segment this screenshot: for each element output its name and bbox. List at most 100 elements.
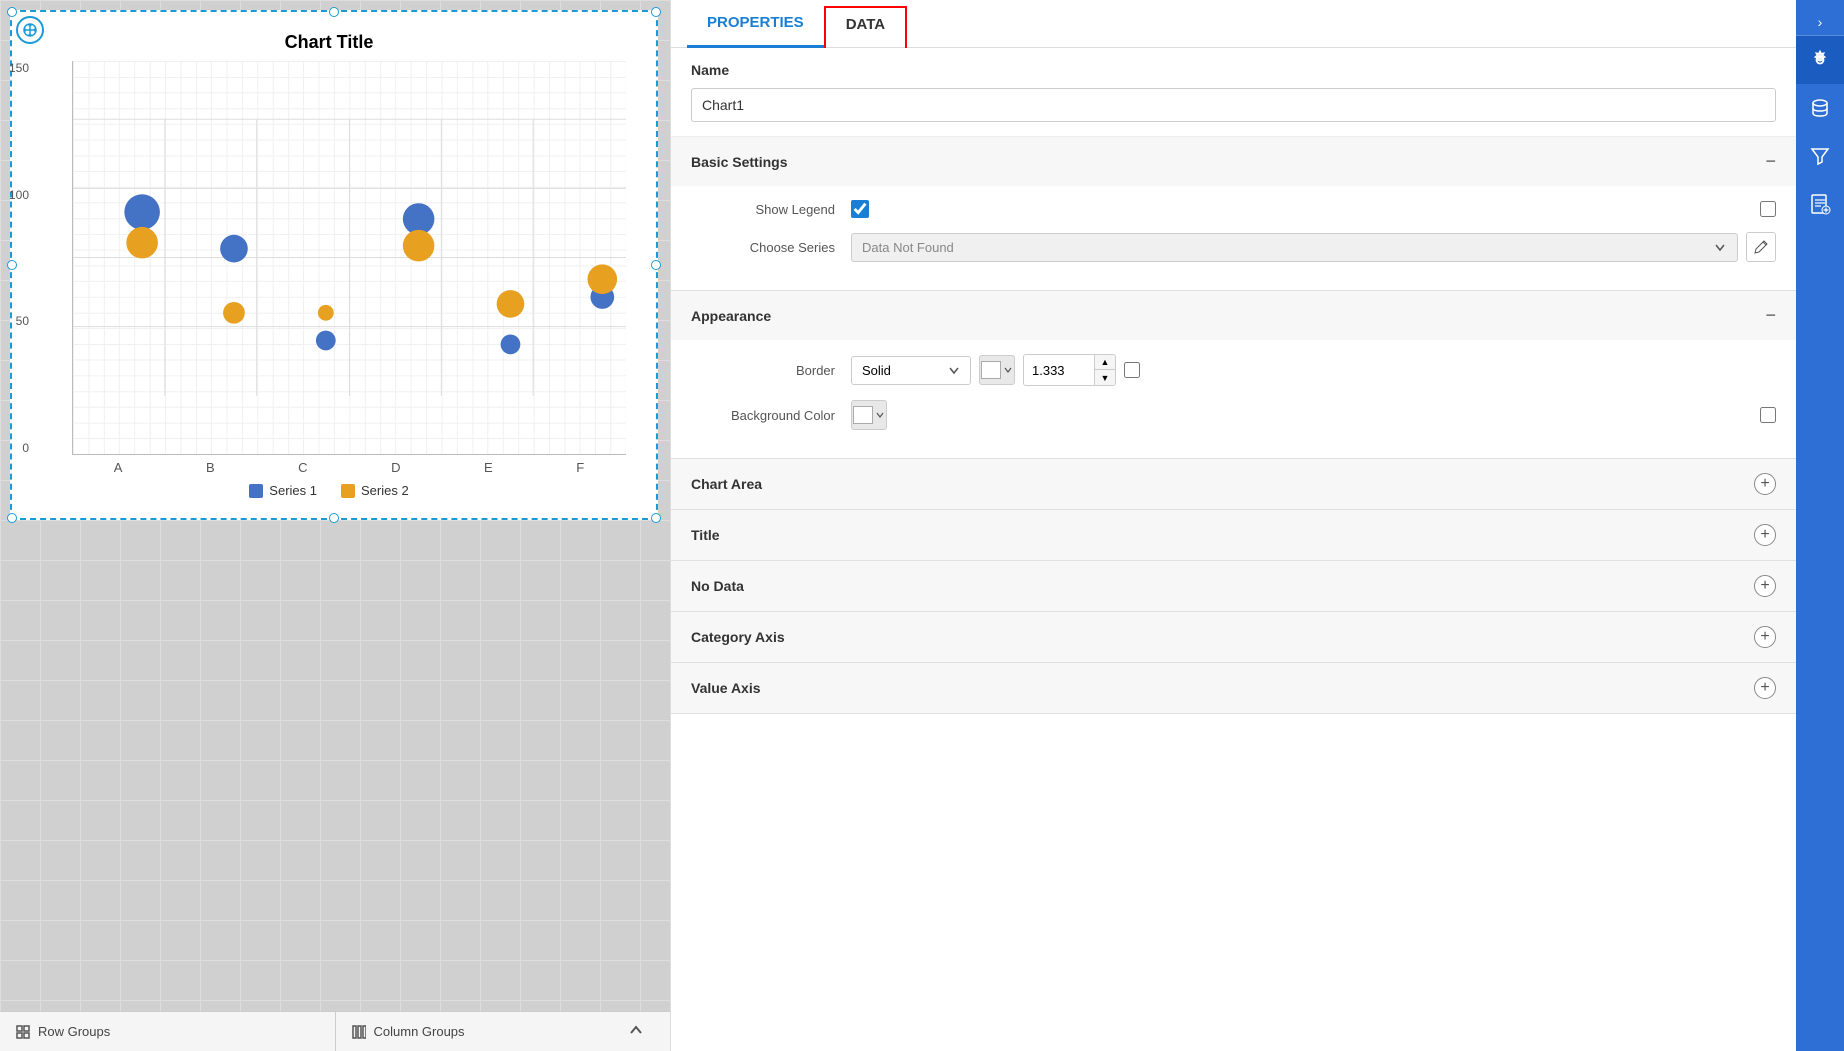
- chart-area-header[interactable]: Chart Area +: [671, 459, 1796, 509]
- border-width-up[interactable]: ▲: [1095, 355, 1115, 370]
- s2-point-a: [126, 227, 158, 259]
- appearance-collapse-icon[interactable]: −: [1765, 305, 1776, 326]
- name-input[interactable]: [691, 88, 1776, 122]
- border-extra-checkbox[interactable]: [1124, 362, 1140, 378]
- s2-point-d: [403, 230, 435, 262]
- no-data-title: No Data: [691, 578, 744, 594]
- y-label-100: 100: [0, 188, 29, 202]
- background-color-checkbox[interactable]: [1760, 407, 1776, 423]
- resize-handle-tc[interactable]: [329, 7, 339, 17]
- legend-series2-label: Series 2: [361, 483, 409, 498]
- column-groups-label: Column Groups: [374, 1024, 465, 1039]
- resize-handle-tr[interactable]: [651, 7, 661, 17]
- border-style-dropdown[interactable]: Solid: [851, 356, 971, 385]
- panel-tabs: PROPERTIES DATA: [671, 0, 1796, 48]
- legend-series2-dot: [341, 484, 355, 498]
- resize-handle-bc[interactable]: [329, 513, 339, 523]
- resize-handle-mr[interactable]: [651, 260, 661, 270]
- edit-series-button[interactable]: [1746, 232, 1776, 262]
- database-icon: [1809, 97, 1831, 119]
- border-width-input-group: ▲ ▼: [1023, 354, 1116, 386]
- choose-series-label: Choose Series: [691, 240, 851, 255]
- x-label-c: C: [298, 460, 307, 475]
- s2-point-c: [318, 305, 334, 321]
- basic-settings-header[interactable]: Basic Settings −: [671, 137, 1796, 186]
- border-control: Solid ▲ ▼: [851, 354, 1776, 386]
- border-color-picker[interactable]: [979, 355, 1015, 385]
- resize-handle-bl[interactable]: [7, 513, 17, 523]
- no-data-section: No Data +: [671, 561, 1796, 612]
- basic-settings-collapse-icon[interactable]: −: [1765, 151, 1776, 172]
- border-style-chevron-icon: [948, 364, 960, 376]
- row-groups-icon: [16, 1025, 30, 1039]
- show-legend-control: [851, 200, 1776, 218]
- category-axis-section: Category Axis +: [671, 612, 1796, 663]
- choose-series-control: Data Not Found: [851, 232, 1776, 262]
- legend-series1-dot: [249, 484, 263, 498]
- name-label: Name: [691, 62, 1776, 78]
- chart-area-expand-icon[interactable]: +: [1754, 473, 1776, 495]
- sidebar-report-button[interactable]: [1796, 180, 1844, 228]
- title-expand-icon[interactable]: +: [1754, 524, 1776, 546]
- category-axis-header[interactable]: Category Axis +: [671, 612, 1796, 662]
- tab-data[interactable]: DATA: [824, 6, 907, 48]
- sidebar-filter-button[interactable]: [1796, 132, 1844, 180]
- chevron-up-icon[interactable]: [628, 1022, 644, 1041]
- border-width-input[interactable]: [1024, 355, 1094, 385]
- category-axis-expand-icon[interactable]: +: [1754, 626, 1776, 648]
- x-label-b: B: [206, 460, 215, 475]
- y-label-50: 50: [0, 314, 29, 328]
- value-axis-expand-icon[interactable]: +: [1754, 677, 1776, 699]
- bg-color-chevron-icon: [875, 410, 885, 420]
- chart-area-section: Chart Area +: [671, 459, 1796, 510]
- x-label-f: F: [576, 460, 584, 475]
- pencil-icon: [1753, 239, 1769, 255]
- y-label-150: 150: [0, 61, 29, 75]
- background-color-label: Background Color: [691, 408, 851, 423]
- sidebar-database-button[interactable]: [1796, 84, 1844, 132]
- name-section: Name: [671, 48, 1796, 137]
- background-color-row: Background Color: [691, 400, 1776, 430]
- resize-handle-tl[interactable]: [7, 7, 17, 17]
- s2-point-e: [497, 290, 525, 318]
- tab-properties[interactable]: PROPERTIES: [687, 0, 824, 48]
- properties-panel: PROPERTIES DATA Name Basic Settings − Sh…: [670, 0, 1796, 1051]
- panel-content: Name Basic Settings − Show Legend: [671, 48, 1796, 1051]
- category-axis-title: Category Axis: [691, 629, 785, 645]
- show-legend-label: Show Legend: [691, 202, 851, 217]
- row-groups-label: Row Groups: [38, 1024, 110, 1039]
- border-width-down[interactable]: ▼: [1095, 370, 1115, 385]
- resize-handle-br[interactable]: [651, 513, 661, 523]
- show-legend-checkbox[interactable]: [851, 200, 869, 218]
- dropdown-chevron-icon: [1713, 240, 1727, 254]
- chart-legend: Series 1 Series 2: [249, 483, 408, 498]
- legend-series1: Series 1: [249, 483, 317, 498]
- no-data-header[interactable]: No Data +: [671, 561, 1796, 611]
- no-data-expand-icon[interactable]: +: [1754, 575, 1776, 597]
- appearance-section: Appearance − Border Solid: [671, 291, 1796, 459]
- appearance-body: Border Solid ▲: [671, 340, 1796, 458]
- sidebar-settings-button[interactable]: [1796, 36, 1844, 84]
- background-color-control: [851, 400, 1776, 430]
- move-handle[interactable]: [16, 16, 44, 44]
- choose-series-dropdown[interactable]: Data Not Found: [851, 233, 1738, 262]
- background-color-picker[interactable]: [851, 400, 887, 430]
- show-legend-extra-checkbox[interactable]: [1760, 201, 1776, 217]
- chart-widget[interactable]: Chart Title 150 100 50 0: [10, 10, 658, 520]
- y-label-0: 0: [0, 441, 29, 455]
- value-axis-header[interactable]: Value Axis +: [671, 663, 1796, 713]
- legend-series1-label: Series 1: [269, 483, 317, 498]
- s1-point-a: [124, 194, 160, 230]
- filter-icon: [1809, 145, 1831, 167]
- border-row: Border Solid ▲: [691, 354, 1776, 386]
- x-label-e: E: [484, 460, 493, 475]
- y-axis-labels: 150 100 50 0: [0, 61, 29, 455]
- basic-settings-section: Basic Settings − Show Legend Choose Seri…: [671, 137, 1796, 291]
- title-header[interactable]: Title +: [671, 510, 1796, 560]
- value-axis-section: Value Axis +: [671, 663, 1796, 714]
- appearance-header[interactable]: Appearance −: [671, 291, 1796, 340]
- border-color-swatch: [981, 361, 1001, 379]
- show-legend-row: Show Legend: [691, 200, 1776, 218]
- s1-point-e: [501, 335, 521, 355]
- sidebar-collapse-arrow[interactable]: ›: [1796, 8, 1844, 36]
